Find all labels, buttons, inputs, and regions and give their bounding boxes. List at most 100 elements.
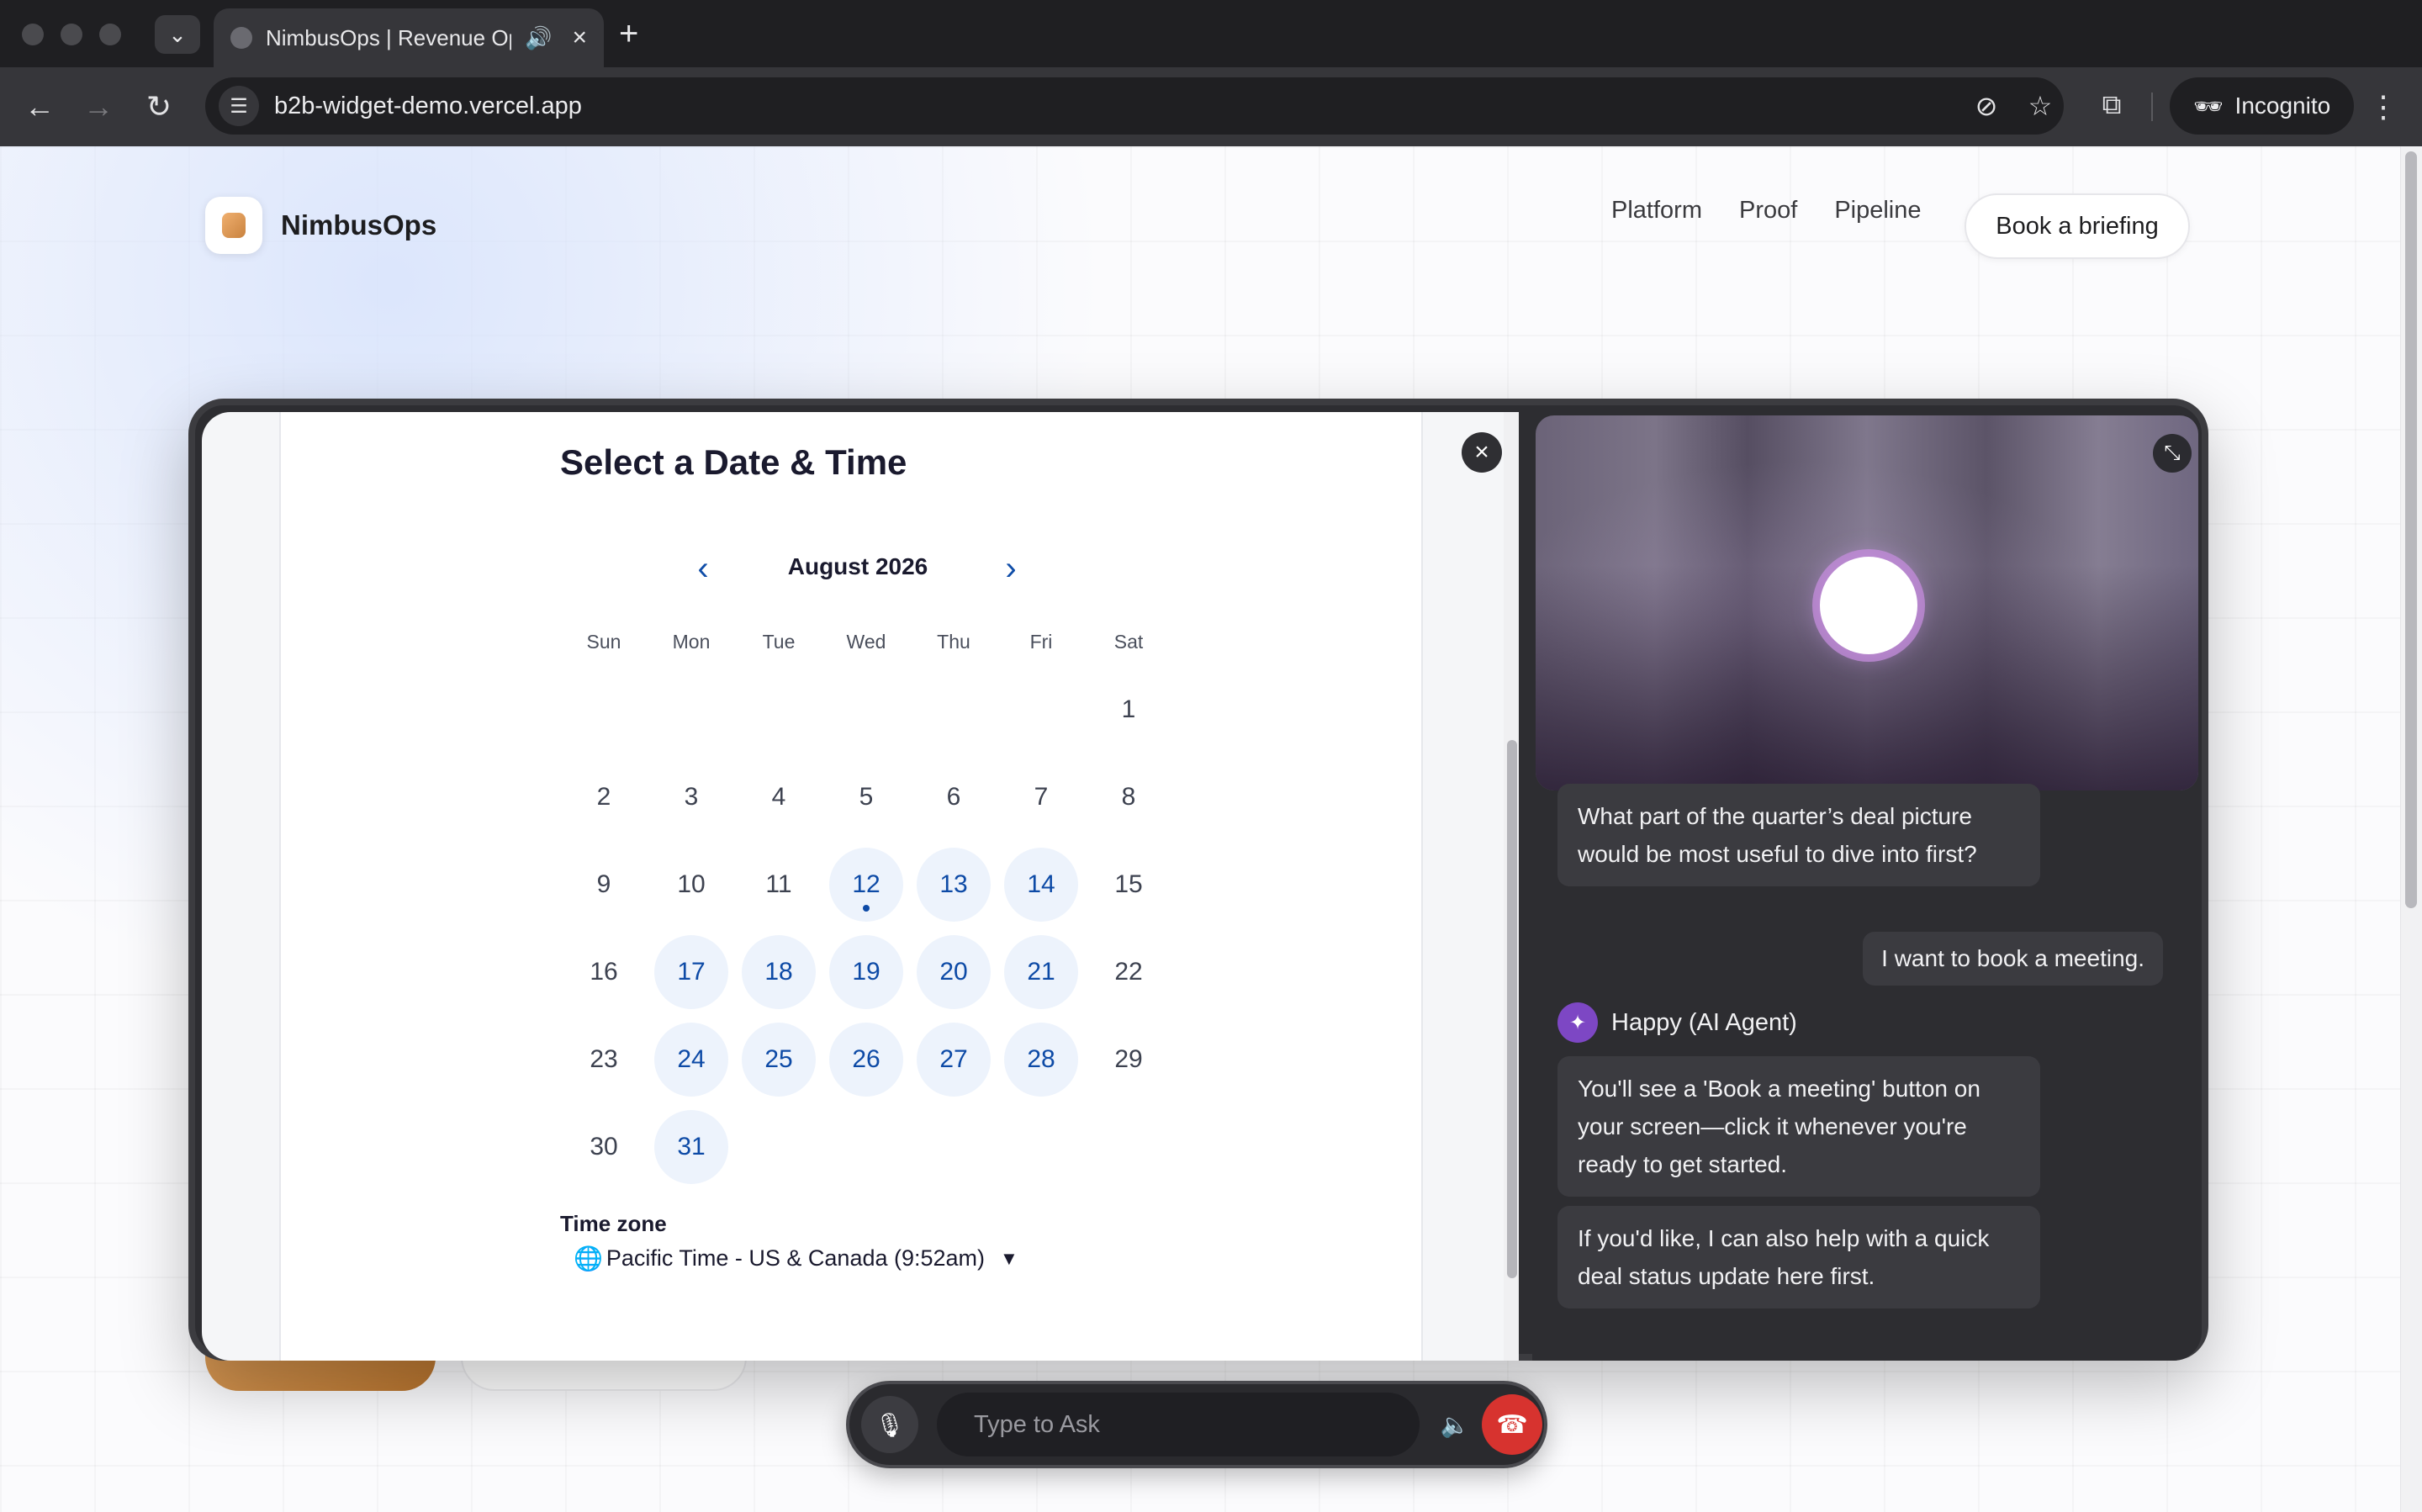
booking-widget: Select a Date & Time ‹ August 2026 › Sun… [188, 399, 2208, 1361]
unavailable-day: 23 [590, 1045, 618, 1073]
available-day[interactable]: 26 [829, 1023, 903, 1097]
available-day[interactable]: 17 [654, 935, 728, 1009]
unavailable-day: 5 [859, 783, 874, 811]
agent-video-area: ⤡ [1536, 415, 2198, 790]
empty-day-cell [822, 666, 910, 753]
calendar-days-grid: 1 2 3 4 5 6 7 8 9 10 11 12 13 14 15 16 17 18 19 20 21 22 23 24 2… [560, 666, 1169, 1191]
available-day[interactable]: 24 [654, 1023, 728, 1097]
page-scrollbar-thumb[interactable] [2405, 151, 2417, 908]
user-message: I want to book a meeting. [1863, 932, 2163, 986]
toolbar-divider [2151, 93, 2153, 121]
chevron-down-icon: ⌄ [168, 21, 187, 47]
available-day[interactable]: 19 [829, 935, 903, 1009]
eye-off-icon[interactable]: ⊘ [1968, 87, 2005, 124]
unavailable-day: 10 [677, 870, 706, 898]
speaker-button[interactable]: 🔈 [1431, 1401, 1478, 1448]
weekday-label: Thu [937, 631, 970, 653]
available-day[interactable]: 20 [917, 935, 991, 1009]
end-call-button[interactable]: ☎ [1482, 1394, 1542, 1455]
ask-input[interactable] [937, 1393, 1420, 1456]
agent-header: ✦ Happy (AI Agent) [1557, 1002, 1797, 1043]
window-minimize-control[interactable] [61, 24, 82, 45]
back-button[interactable]: ← [19, 86, 61, 128]
new-tab-button[interactable]: + [619, 15, 638, 52]
globe-icon [230, 27, 252, 49]
unavailable-day: 16 [590, 958, 618, 986]
chat-transcript: What part of the quarter’s deal picture … [1532, 784, 2202, 1361]
close-scheduler-button[interactable]: × [1462, 432, 1502, 473]
agent-name: Happy (AI Agent) [1611, 1008, 1797, 1036]
arrow-left-icon: ← [24, 89, 55, 124]
book-briefing-button[interactable]: Book a briefing [1965, 193, 2190, 259]
window-close-control[interactable] [22, 24, 44, 45]
speaker-icon[interactable]: 🔊 [525, 25, 552, 51]
site-info-icon[interactable]: ☰ [219, 86, 259, 126]
site-nav: Platform Proof Pipeline [1611, 193, 1959, 227]
browser-menu-icon[interactable]: ⋮ [2366, 86, 2400, 128]
empty-day-cell [997, 666, 1085, 753]
next-month-button[interactable]: › [992, 550, 1029, 587]
incognito-badge[interactable]: 🕶 Incognito [2170, 77, 2355, 135]
weekday-label: Mon [672, 631, 711, 653]
available-day[interactable]: 31 [654, 1110, 728, 1184]
empty-day-cell [910, 666, 997, 753]
nav-link-pipeline[interactable]: Pipeline [1834, 193, 1921, 227]
reload-button[interactable]: ↻ [138, 86, 180, 128]
scheduler-scrollbar-thumb[interactable] [1507, 740, 1517, 1278]
available-day[interactable]: 14 [1004, 848, 1078, 922]
unavailable-day: 15 [1114, 870, 1143, 898]
chevron-left-icon: ‹ [697, 549, 709, 587]
extensions-puzzle-icon[interactable]: ⧉ [2091, 84, 2133, 126]
available-day[interactable]: 27 [917, 1023, 991, 1097]
timezone-select[interactable]: 🌐 Pacific Time - US & Canada (9:52am) ▼ [574, 1245, 1018, 1272]
agent-message: You'll see a 'Book a meeting' button on … [1557, 1056, 2040, 1197]
address-bar[interactable]: ☰ b2b-widget-demo.vercel.app ⊘ ☆ [205, 77, 2064, 135]
tab-search-button[interactable]: ⌄ [155, 15, 200, 54]
weekday-label: Tue [762, 631, 796, 653]
previous-month-button[interactable]: ‹ [685, 550, 722, 587]
available-day[interactable]: 12 [829, 848, 903, 922]
window-maximize-control[interactable] [99, 24, 121, 45]
month-label: August 2026 [787, 553, 928, 579]
unavailable-day: 4 [771, 783, 786, 811]
forward-button[interactable]: → [77, 86, 119, 128]
close-icon: × [1474, 438, 1489, 466]
brand-name: NimbusOps [281, 209, 437, 241]
weekday-label: Sun [586, 631, 621, 653]
unavailable-day: 2 [596, 783, 611, 811]
caret-down-icon: ▼ [1000, 1247, 1018, 1269]
weekday-label: Fri [1029, 631, 1053, 653]
close-tab-icon[interactable]: × [572, 24, 587, 52]
available-day[interactable]: 21 [1004, 935, 1078, 1009]
browser-toolbar: ← → ↻ ☰ b2b-widget-demo.vercel.app ⊘ ☆ ⧉… [0, 67, 2422, 146]
incognito-icon: 🕶 [2193, 93, 2224, 119]
available-day[interactable]: 18 [742, 935, 816, 1009]
nav-link-proof[interactable]: Proof [1739, 193, 1797, 227]
available-day[interactable]: 13 [917, 848, 991, 922]
agent-message: What part of the quarter’s deal picture … [1557, 784, 2040, 886]
unavailable-day: 7 [1034, 783, 1049, 811]
page-scrollbar[interactable] [2400, 146, 2422, 1512]
collapse-button[interactable]: ⤡ [2153, 434, 2192, 473]
url-text: b2b-widget-demo.vercel.app [274, 92, 582, 119]
nav-link-platform[interactable]: Platform [1611, 193, 1702, 227]
unavailable-day: 1 [1121, 695, 1136, 723]
star-icon[interactable]: ☆ [2022, 87, 2059, 124]
unavailable-day: 3 [684, 783, 699, 811]
timezone-label: Time zone [560, 1211, 667, 1236]
mic-off-icon: 🎙 [875, 1411, 905, 1438]
weekday-header: Sun Mon Tue Wed Thu Fri Sat [560, 631, 1169, 653]
weekday-label: Wed [846, 631, 886, 653]
available-day[interactable]: 25 [742, 1023, 816, 1097]
mute-microphone-button[interactable]: 🎙 [861, 1396, 918, 1453]
brand[interactable]: NimbusOps [205, 197, 436, 254]
empty-day-cell [560, 666, 648, 753]
agent-message: If you'd like, I can also help with a qu… [1557, 1206, 2040, 1308]
speaker-icon: 🔈 [1440, 1411, 1470, 1438]
unavailable-day: 8 [1121, 783, 1136, 811]
unavailable-day: 6 [946, 783, 961, 811]
incognito-label: Incognito [2234, 93, 2331, 119]
weekday-label: Sat [1113, 631, 1144, 653]
browser-tab-active[interactable]: NimbusOps | Revenue Op 🔊 × [214, 8, 604, 67]
available-day[interactable]: 28 [1004, 1023, 1078, 1097]
